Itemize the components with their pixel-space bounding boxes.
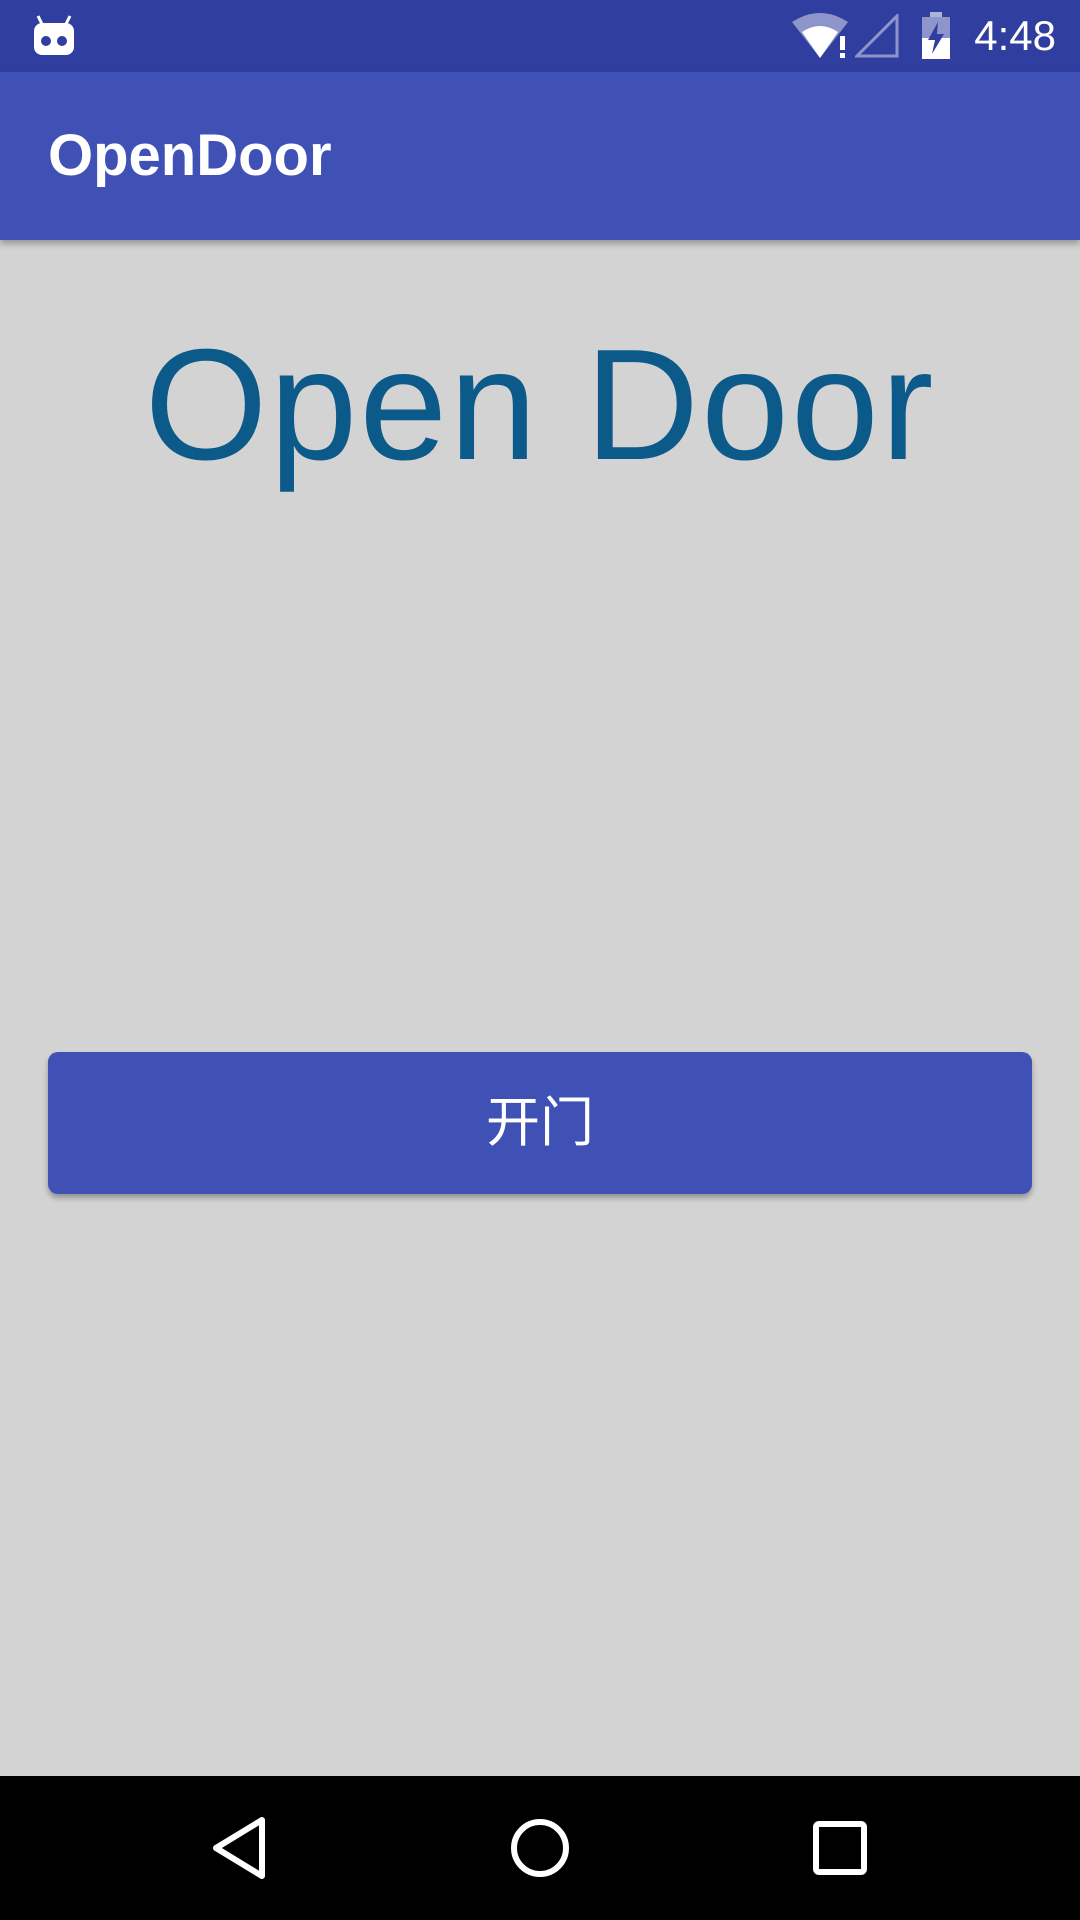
home-icon[interactable] [500, 1808, 580, 1888]
screen: 4:48 OpenDoor Open Door 开门 [0, 0, 1080, 1920]
android-debug-icon [34, 15, 74, 55]
app-bar: OpenDoor [0, 72, 1080, 240]
wifi-alert-icon [792, 13, 848, 58]
recents-icon[interactable] [800, 1808, 880, 1888]
back-icon[interactable] [200, 1808, 280, 1888]
navigation-bar [0, 1776, 1080, 1920]
status-bar: 4:48 [0, 0, 1080, 72]
status-clock: 4:48 [974, 12, 1056, 59]
open-door-button[interactable]: 开门 [48, 1052, 1032, 1194]
app-title: OpenDoor [48, 123, 332, 188]
cell-signal-icon [855, 14, 899, 58]
page-heading: Open Door [144, 317, 936, 493]
battery-charging-icon [922, 12, 950, 59]
